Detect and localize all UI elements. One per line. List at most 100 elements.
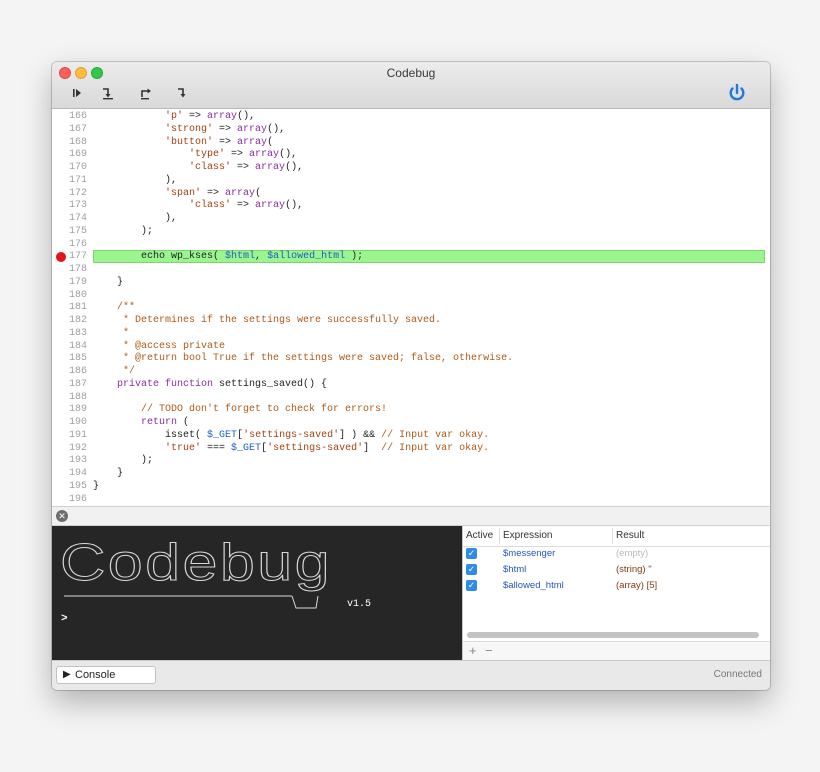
code-line[interactable]: 171 ),: [52, 175, 770, 188]
console-toggle-button[interactable]: ▶ Console: [56, 666, 156, 684]
line-number[interactable]: 180: [52, 290, 87, 303]
watch-panel: Active Expression Result ✓ $messenger (e…: [462, 526, 770, 661]
step-over-icon: [103, 88, 113, 100]
active-checkbox[interactable]: ✓: [466, 548, 477, 559]
line-number[interactable]: 173: [52, 200, 87, 213]
code-text: /**: [117, 302, 136, 314]
code-line[interactable]: 192 'true' === $_GET['settings-saved'] /…: [52, 443, 770, 456]
code-line[interactable]: 196: [52, 494, 770, 507]
code-line[interactable]: 181 /**: [52, 302, 770, 315]
code-line[interactable]: 184 * @access private: [52, 341, 770, 354]
code-line[interactable]: 167 'strong' => array(),: [52, 124, 770, 137]
code-line[interactable]: 176: [52, 239, 770, 252]
line-number[interactable]: 185: [52, 353, 87, 366]
code-line[interactable]: 186 */: [52, 366, 770, 379]
line-number[interactable]: 178: [52, 264, 87, 277]
code-line[interactable]: 180: [52, 290, 770, 303]
expression-column-header[interactable]: Expression: [503, 530, 552, 541]
code-text: ),: [93, 213, 178, 224]
code-line[interactable]: 175 );: [52, 226, 770, 239]
watch-result: (array) [5]: [616, 580, 658, 591]
line-number[interactable]: 190: [52, 417, 87, 430]
line-number[interactable]: 168: [52, 137, 87, 150]
line-number[interactable]: 170: [52, 162, 87, 175]
line-number[interactable]: 175: [52, 226, 87, 239]
code-line[interactable]: 193 );: [52, 455, 770, 468]
line-number[interactable]: 192: [52, 443, 87, 456]
watch-expression[interactable]: $messenger: [503, 548, 555, 559]
power-button[interactable]: [726, 82, 748, 104]
code-line[interactable]: 174 ),: [52, 213, 770, 226]
code-text: private function settings_saved() {: [117, 378, 328, 390]
line-number[interactable]: 171: [52, 175, 87, 188]
close-panel-icon[interactable]: ✕: [56, 510, 68, 522]
step-into-button[interactable]: [173, 84, 193, 102]
line-number[interactable]: 196: [52, 494, 87, 507]
line-number[interactable]: 181: [52, 302, 87, 315]
code-line[interactable]: 188: [52, 392, 770, 405]
console-prompt[interactable]: >: [61, 613, 68, 625]
continue-button[interactable]: [68, 84, 88, 102]
code-line[interactable]: 191 isset( $_GET['settings-saved'] ) && …: [52, 430, 770, 443]
code-line[interactable]: 179 }: [52, 277, 770, 290]
line-number[interactable]: 166: [52, 111, 87, 124]
active-checkbox[interactable]: ✓: [466, 580, 477, 591]
code-line[interactable]: 172 'span' => array(: [52, 188, 770, 201]
remove-expression-button[interactable]: −: [485, 643, 493, 658]
code-line[interactable]: 195}: [52, 481, 770, 494]
result-column-header[interactable]: Result: [616, 530, 644, 541]
line-number[interactable]: 191: [52, 430, 87, 443]
code-line[interactable]: 173 'class' => array(),: [52, 200, 770, 213]
line-number[interactable]: 177: [52, 251, 87, 264]
code-line[interactable]: 185 * @return bool True if the settings …: [52, 353, 770, 366]
add-expression-button[interactable]: +: [469, 643, 477, 658]
watch-expression[interactable]: $html: [503, 564, 526, 575]
panel-divider[interactable]: ✕: [52, 506, 770, 526]
step-out-button[interactable]: [137, 84, 157, 102]
code-line[interactable]: 168 'button' => array(: [52, 137, 770, 150]
code-text: return (: [141, 417, 190, 428]
horizontal-scrollbar[interactable]: [467, 632, 759, 638]
codebug-ascii-logo: Codebug: [60, 538, 331, 609]
disclosure-triangle-icon: ▶: [63, 669, 71, 680]
line-number[interactable]: 193: [52, 455, 87, 468]
active-checkbox[interactable]: ✓: [466, 564, 477, 575]
line-number[interactable]: 167: [52, 124, 87, 137]
line-number[interactable]: 188: [52, 392, 87, 405]
step-over-button[interactable]: [98, 84, 118, 102]
watch-row[interactable]: ✓ $html (string) ": [463, 562, 770, 578]
watch-row[interactable]: ✓ $allowed_html (array) [5]: [463, 578, 770, 594]
code-line[interactable]: 170 'class' => array(),: [52, 162, 770, 175]
code-line[interactable]: 194 }: [52, 468, 770, 481]
line-number[interactable]: 174: [52, 213, 87, 226]
line-number[interactable]: 187: [52, 379, 87, 392]
code-line[interactable]: 182 * Determines if the settings were su…: [52, 315, 770, 328]
code-line[interactable]: 183 *: [52, 328, 770, 341]
line-number[interactable]: 182: [52, 315, 87, 328]
code-line[interactable]: 187 private function settings_saved() {: [52, 379, 770, 392]
code-line[interactable]: 169 'type' => array(),: [52, 149, 770, 162]
code-line[interactable]: 189 // TODO don't forget to check for er…: [52, 404, 770, 417]
line-number[interactable]: 169: [52, 149, 87, 162]
line-number[interactable]: 172: [52, 188, 87, 201]
line-number[interactable]: 194: [52, 468, 87, 481]
line-number[interactable]: 189: [52, 404, 87, 417]
line-number[interactable]: 186: [52, 366, 87, 379]
code-line[interactable]: 166 'p' => array(),: [52, 111, 770, 124]
code-text: 'type' => array(),: [189, 149, 298, 161]
console-panel[interactable]: Codebug v1.5 >: [52, 526, 462, 660]
connection-status: Connected: [713, 669, 762, 680]
line-number[interactable]: 195: [52, 481, 87, 494]
watch-expression[interactable]: $allowed_html: [503, 580, 564, 591]
code-line[interactable]: 178: [52, 264, 770, 277]
code-line[interactable]: 177 echo wp_kses( $html, $allowed_html )…: [52, 250, 770, 264]
line-number[interactable]: 179: [52, 277, 87, 290]
code-line[interactable]: 190 return (: [52, 417, 770, 430]
line-number[interactable]: 184: [52, 341, 87, 354]
code-editor[interactable]: 166 'p' => array(), 167 'strong' => array…: [52, 109, 770, 506]
watch-row[interactable]: ✓ $messenger (empty): [463, 546, 770, 562]
console-button-label: Console: [75, 669, 116, 681]
active-column-header[interactable]: Active: [466, 530, 493, 541]
line-number[interactable]: 183: [52, 328, 87, 341]
line-number[interactable]: 176: [52, 239, 87, 252]
